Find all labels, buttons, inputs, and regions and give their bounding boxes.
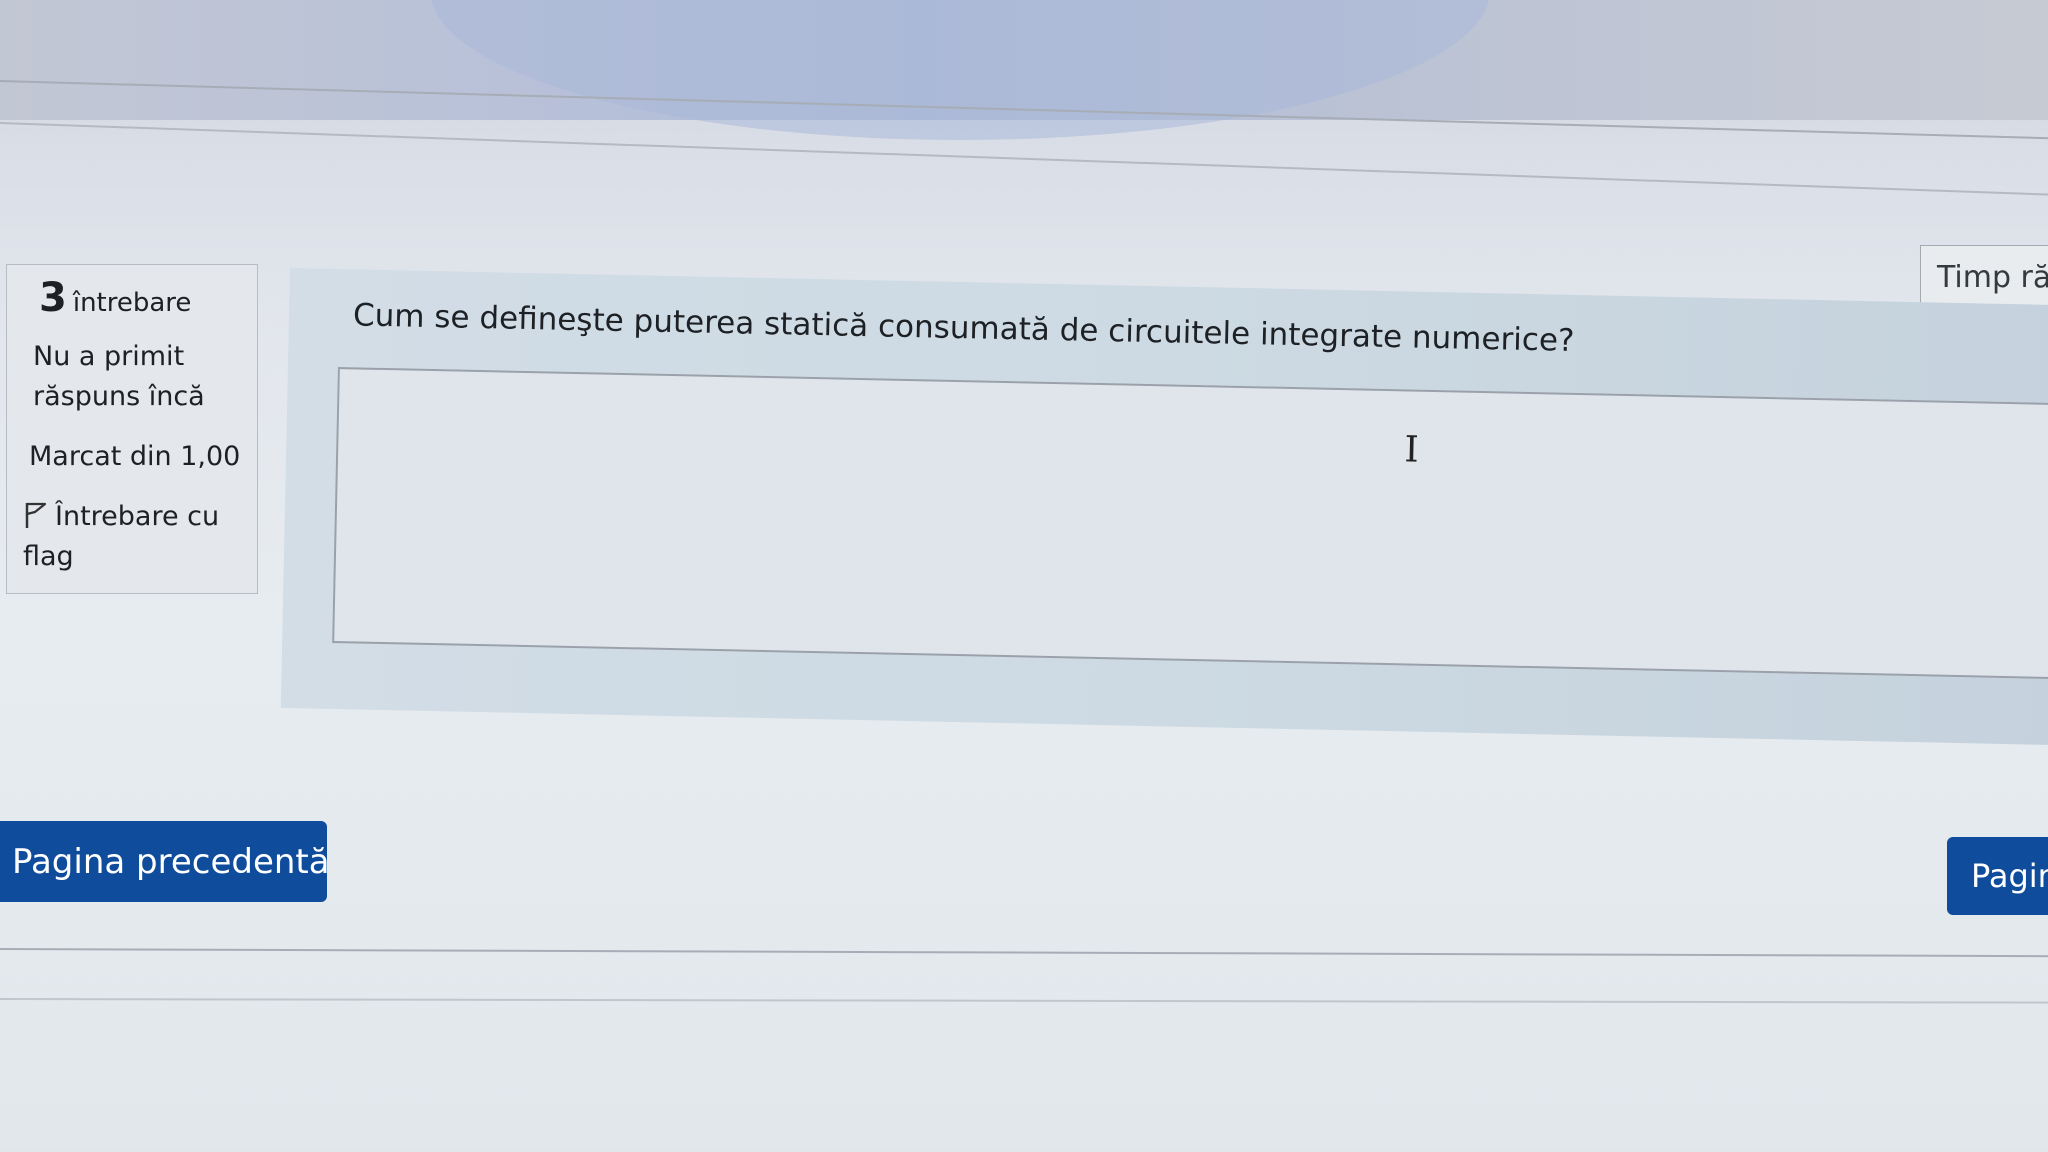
timer-box: Timp răm	[1920, 245, 2048, 307]
timer-label: Timp răm	[1937, 260, 2048, 295]
question-info-panel: 3 întrebare Nu a primit răspuns încă Marc…	[6, 264, 258, 594]
next-page-button[interactable]: Pagin	[1947, 837, 2048, 915]
question-number-label: întrebare	[72, 288, 192, 318]
question-state: Nu a primit răspuns încă	[33, 341, 205, 412]
flag-question-toggle[interactable]: Întrebare cu flag	[23, 497, 243, 577]
divider	[0, 998, 2048, 1004]
flag-icon	[25, 502, 47, 528]
flag-label: Întrebare cu flag	[23, 501, 220, 572]
question-grade: Marcat din 1,00	[29, 441, 241, 472]
question-number: 3 întrebare	[39, 275, 191, 321]
divider	[0, 948, 2048, 958]
text-cursor-icon: I	[1404, 429, 1420, 471]
question-content-panel: Cum se defineşte puterea statică consuma…	[280, 268, 2048, 746]
question-number-value: 3	[39, 275, 67, 321]
answer-textarea[interactable]	[332, 367, 2048, 680]
previous-page-button[interactable]: Pagina precedentă	[0, 821, 330, 902]
header-banner	[0, 0, 2048, 140]
question-text: Cum se defineşte puterea statică consuma…	[352, 297, 1575, 359]
